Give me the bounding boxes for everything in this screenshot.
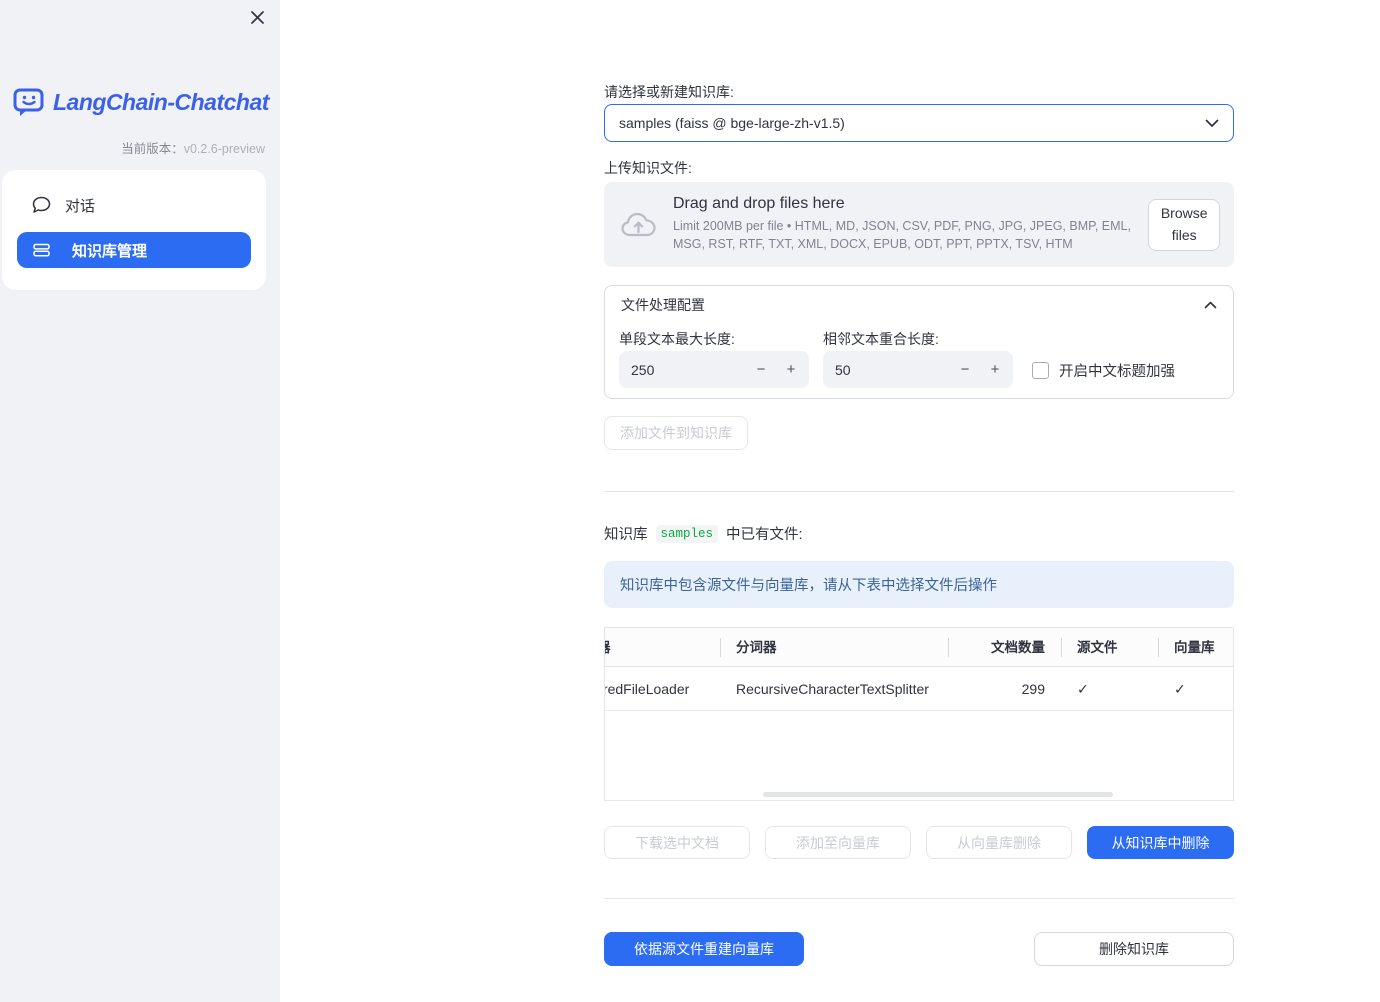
file-actions-row: 下载选中文档 添加至向量库 从向量库删除 从知识库中删除: [604, 826, 1234, 859]
sidebar-item-knowledge-base[interactable]: 知识库管理: [17, 232, 251, 268]
overlap-size-stepper: − +: [823, 351, 1013, 388]
table-row[interactable]: UnstructuredFileLoader RecursiveCharacte…: [604, 667, 1233, 711]
version-value: v0.2.6-preview: [183, 142, 265, 156]
sidebar-item-label: 知识库管理: [72, 242, 148, 260]
kb-name-code: samples: [655, 524, 719, 543]
divider: [604, 898, 1234, 899]
delete-kb-button[interactable]: 删除知识库: [1034, 932, 1234, 966]
column-header-vector-store[interactable]: 向量库: [1158, 628, 1233, 666]
chunk-size-stepper: − +: [619, 351, 809, 388]
chunk-size-input[interactable]: [631, 351, 741, 388]
kb-files-prefix: 知识库: [604, 527, 648, 543]
zh-title-enhance-label: 开启中文标题加强: [1059, 364, 1175, 380]
upload-cloud-icon: [620, 210, 657, 240]
stacked-list-icon: [33, 242, 50, 258]
dropzone-title: Drag and drop files here: [673, 195, 845, 213]
version-line: 当前版本：v0.2.6-preview: [121, 138, 265, 157]
chunk-size-plus-button[interactable]: +: [777, 351, 805, 388]
file-config-title: 文件处理配置: [621, 297, 705, 313]
cell-doc-count: 299: [1021, 681, 1045, 697]
kb-selectbox-value: samples (faiss @ bge-large-zh-v1.5): [619, 115, 845, 131]
table-header-row: 文档加载器 分词器 文档数量 源文件 向量库: [605, 628, 1233, 667]
sidebar-close-icon[interactable]: [247, 7, 267, 27]
sidebar-item-label: 对话: [65, 197, 96, 215]
column-header-doc-count[interactable]: 文档数量: [948, 628, 1061, 666]
kb-selectbox[interactable]: samples (faiss @ bge-large-zh-v1.5): [604, 104, 1234, 142]
kb-bottom-actions: 依据源文件重建向量库 删除知识库: [604, 932, 1234, 966]
main-content: 请选择或新建知识库: samples (faiss @ bge-large-zh…: [604, 0, 1234, 1002]
browse-files-button[interactable]: Browse files: [1148, 198, 1220, 251]
chevron-up-icon: [1204, 301, 1217, 309]
overlap-size-input[interactable]: [835, 351, 945, 388]
app-logo: LangChain-Chatchat: [13, 87, 269, 118]
kb-files-heading: 知识库 samples 中已有文件:: [604, 523, 803, 544]
file-dropzone[interactable]: Drag and drop files here Limit 200MB per…: [604, 182, 1234, 267]
delete-from-kb-button[interactable]: 从知识库中删除: [1087, 826, 1234, 859]
column-header-loader[interactable]: 文档加载器: [605, 628, 720, 666]
kb-select-label: 请选择或新建知识库:: [604, 84, 734, 100]
cell-splitter: RecursiveCharacterTextSplitter: [736, 681, 929, 697]
column-header-splitter[interactable]: 分词器: [720, 628, 948, 666]
kb-files-suffix: 中已有文件:: [726, 527, 803, 543]
sidebar-item-dialogue[interactable]: 对话: [32, 190, 95, 220]
download-selected-button[interactable]: 下载选中文档: [604, 826, 750, 859]
cell-source-file-check: ✓: [1077, 681, 1089, 697]
zh-title-enhance-checkbox[interactable]: 开启中文标题加强: [1032, 360, 1175, 381]
overlap-size-label: 相邻文本重合长度:: [823, 331, 939, 347]
upload-label: 上传知识文件:: [604, 160, 692, 176]
cell-vector-store-check: ✓: [1174, 681, 1186, 697]
chevron-down-icon: [1205, 119, 1219, 128]
file-config-expander: 文件处理配置 单段文本最大长度: 相邻文本重合长度: − + − + 开启中文标…: [604, 285, 1234, 399]
sidebar: LangChain-Chatchat 当前版本：v0.2.6-preview 对…: [0, 0, 280, 1002]
sidebar-menu: 对话 知识库管理: [2, 170, 266, 290]
chat-bubble-icon: [32, 196, 51, 214]
overlap-size-minus-button[interactable]: −: [951, 351, 979, 388]
table-horizontal-scrollbar[interactable]: [763, 792, 1113, 797]
cell-loader: UnstructuredFileLoader: [604, 681, 690, 697]
add-to-vector-button[interactable]: 添加至向量库: [765, 826, 911, 859]
chunk-size-minus-button[interactable]: −: [747, 351, 775, 388]
delete-from-vector-button[interactable]: 从向量库删除: [926, 826, 1072, 859]
app-title: LangChain-Chatchat: [53, 89, 269, 115]
column-header-source-file[interactable]: 源文件: [1061, 628, 1158, 666]
add-files-to-kb-button[interactable]: 添加文件到知识库: [604, 416, 748, 450]
overlap-size-plus-button[interactable]: +: [981, 351, 1009, 388]
dropzone-instructions: Drag and drop files here Limit 200MB per…: [673, 195, 1148, 254]
checkbox-box[interactable]: [1032, 362, 1049, 379]
info-banner: 知识库中包含源文件与向量库，请从下表中选择文件后操作: [604, 561, 1234, 608]
rebuild-vector-store-button[interactable]: 依据源文件重建向量库: [604, 932, 804, 966]
divider: [604, 491, 1234, 492]
file-config-expander-header[interactable]: 文件处理配置: [605, 286, 1233, 324]
logo-chat-bubble-icon: [13, 87, 45, 118]
chunk-size-label: 单段文本最大长度:: [619, 331, 735, 347]
version-label: 当前版本：: [121, 142, 184, 156]
dropzone-limit-text: Limit 200MB per file • HTML, MD, JSON, C…: [673, 219, 1131, 251]
kb-files-table[interactable]: 文档加载器 分词器 文档数量 源文件 向量库 UnstructuredFileL…: [604, 627, 1234, 801]
table-scroll-content: 文档加载器 分词器 文档数量 源文件 向量库 UnstructuredFileL…: [604, 628, 1233, 711]
